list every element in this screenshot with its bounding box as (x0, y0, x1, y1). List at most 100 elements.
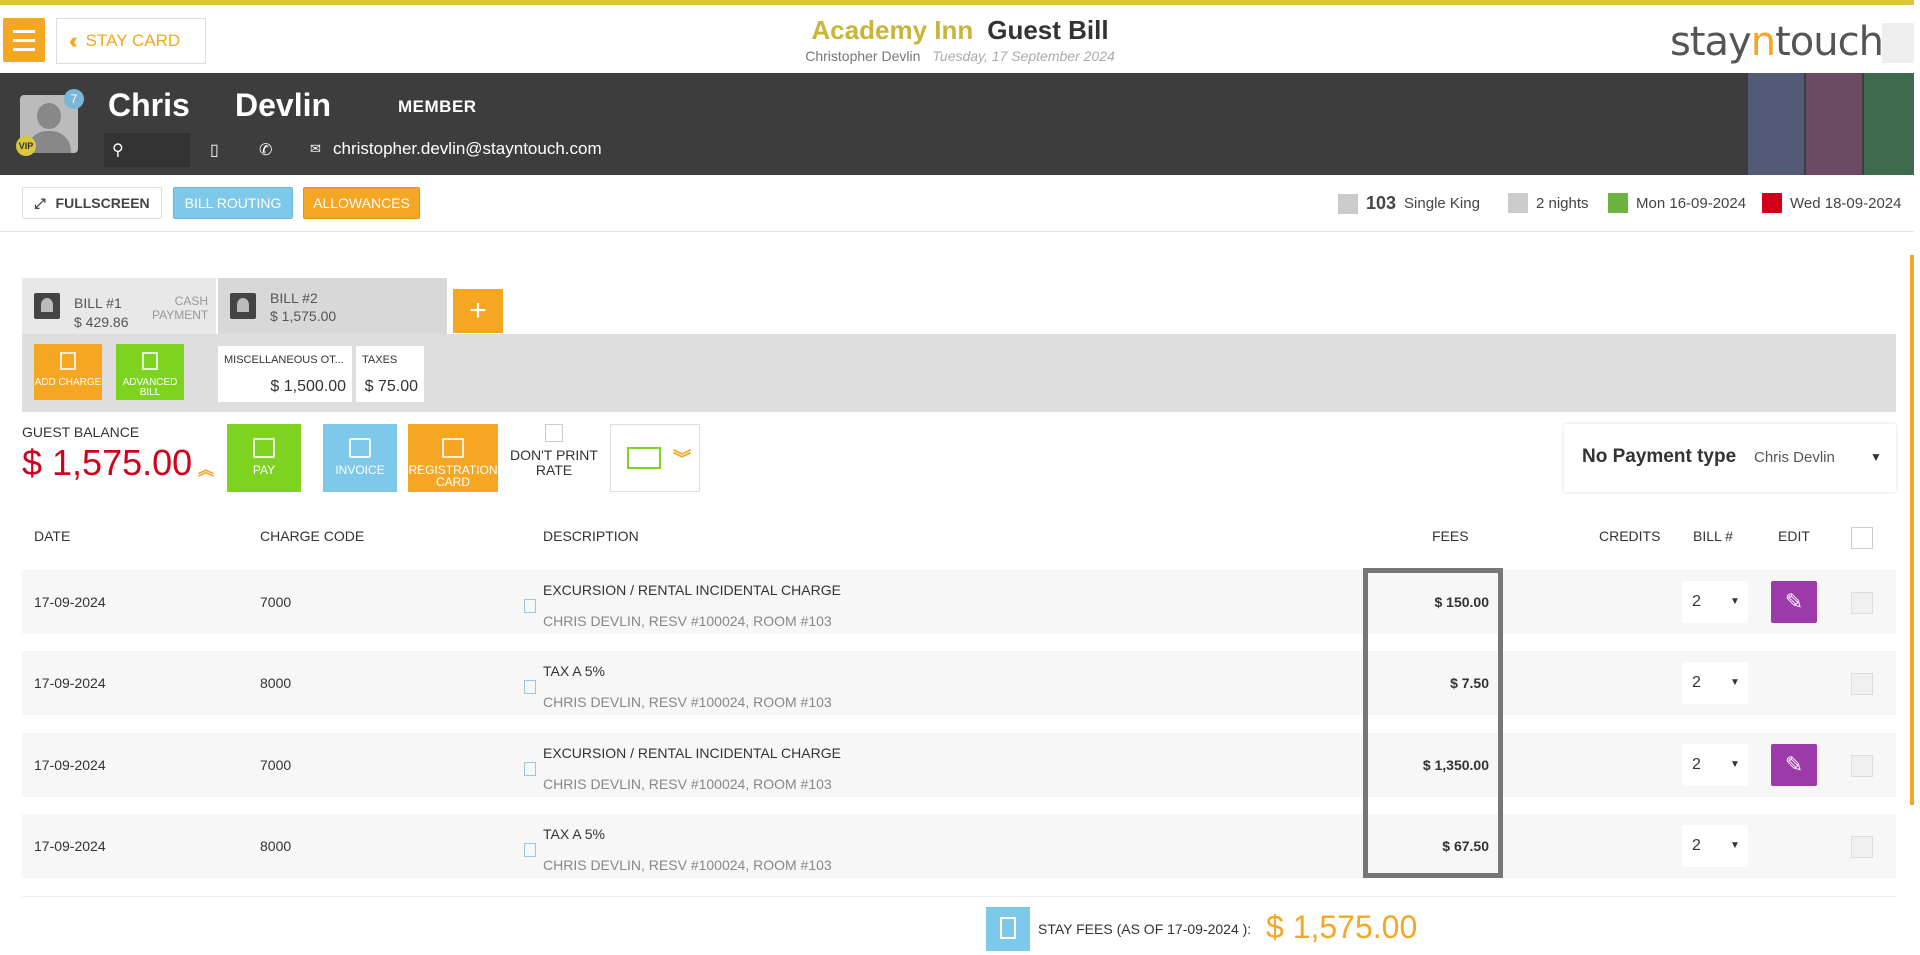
document-icon[interactable] (524, 843, 536, 857)
summary-misc: MISCELLANEOUS OT... $ 1,500.00 (218, 346, 352, 402)
allowances-button[interactable]: ALLOWANCES (303, 187, 420, 219)
tab-bill-1-amount: $ 429.86 (74, 314, 129, 330)
fullscreen-button[interactable]: ⤢ FULLSCREEN (22, 187, 162, 219)
document-icon[interactable] (524, 762, 536, 776)
hotel-name: Academy Inn (811, 15, 974, 45)
row-subtext: CHRIS DEVLIN, RESV #100024, ROOM #103 (543, 857, 832, 873)
edit-button[interactable]: ✎ (1771, 581, 1817, 623)
expand-icon: ⤢ (34, 194, 46, 211)
col-date: DATE (34, 528, 71, 544)
registration-card-button[interactable]: REGISTRATION CARD (408, 424, 498, 492)
guest-first-name[interactable]: Chris (108, 87, 190, 124)
guest-balance-amount: $ 1,575.00 (22, 442, 193, 483)
row-code: 8000 (260, 675, 292, 691)
member-label: MEMBER (398, 97, 477, 116)
check-options-button[interactable]: ︾ (610, 424, 700, 492)
add-charge-button[interactable]: ADD CHARGE (34, 344, 102, 400)
chevron-down-icon: ︾ (673, 449, 691, 469)
arrival-date: Mon 16-09-2024 (1608, 193, 1746, 213)
bill-select[interactable]: 2 ▼ (1682, 744, 1748, 786)
moon-icon (1508, 193, 1528, 213)
col-bill-no: BILL # (1693, 528, 1733, 544)
row-description: EXCURSION / RENTAL INCIDENTAL CHARGE (543, 745, 841, 761)
document-icon[interactable] (524, 680, 536, 694)
col-description: DESCRIPTION (543, 528, 639, 544)
payment-type-select[interactable]: No Payment type Chris Devlin ▼ (1564, 424, 1896, 492)
row-checkbox[interactable] (1851, 673, 1873, 695)
rings-icon[interactable] (1864, 73, 1920, 175)
add-bill-button[interactable]: + (453, 289, 503, 333)
location-pin-icon: ⚲ (112, 142, 124, 159)
guest-last-name[interactable]: Devlin (235, 87, 331, 124)
tab-bill-2[interactable]: BILL #2 $ 1,575.00 (218, 278, 447, 334)
row-subtext: CHRIS DEVLIN, RESV #100024, ROOM #103 (543, 694, 832, 710)
row-date: 17-09-2024 (34, 757, 106, 773)
receipt-icon[interactable] (986, 907, 1030, 951)
avatar-count-badge: 7 (64, 89, 84, 109)
document-icon (349, 438, 371, 458)
tab-bill-2-amount: $ 1,575.00 (270, 308, 337, 324)
col-charge-code: CHARGE CODE (260, 528, 365, 544)
vip-badge: VIP (16, 136, 36, 156)
col-edit: EDIT (1778, 528, 1810, 544)
row-checkbox[interactable] (1851, 592, 1873, 614)
caret-down-icon: ▼ (1870, 450, 1882, 464)
dont-print-rate-toggle[interactable]: DON'T PRINT RATE (508, 424, 600, 478)
stay-fees-footer: STAY FEES (AS OF 17-09-2024 ): $ 1,575.0… (22, 896, 1896, 955)
fees-highlight-box (1363, 568, 1503, 878)
tab-bill-1[interactable]: BILL #1 $ 429.86 CASH PAYMENT (22, 278, 216, 334)
tab-bill-2-label: BILL #2 (270, 290, 318, 306)
room-icon (1338, 193, 1358, 214)
scroll-track (1914, 0, 1920, 954)
row-code: 7000 (260, 757, 292, 773)
mobile-icon[interactable]: ▯ (210, 140, 219, 160)
stayntouch-logo: stayntouch (1670, 19, 1884, 65)
row-checkbox[interactable] (1851, 755, 1873, 777)
document-icon[interactable] (524, 599, 536, 613)
bill-select[interactable]: 2 ▼ (1682, 825, 1748, 867)
departure-arrow-icon (1762, 193, 1782, 213)
cheque-icon (627, 447, 661, 469)
row-subtext: CHRIS DEVLIN, RESV #100024, ROOM #103 (543, 613, 832, 629)
caret-down-icon: ▼ (1730, 759, 1740, 770)
row-subtext: CHRIS DEVLIN, RESV #100024, ROOM #103 (543, 776, 832, 792)
stay-fees-label: STAY FEES (AS OF 17-09-2024 ): (1038, 921, 1252, 937)
row-code: 8000 (260, 838, 292, 854)
arrival-arrow-icon (1608, 193, 1628, 213)
edit-button[interactable]: ✎ (1771, 744, 1817, 786)
col-credits: CREDITS (1599, 528, 1661, 544)
stay-fees-amount: $ 1,575.00 (1266, 909, 1418, 945)
bill-routing-button[interactable]: BILL ROUTING (173, 187, 293, 219)
row-date: 17-09-2024 (34, 675, 106, 691)
room-info: 103 Single King (1338, 193, 1480, 214)
guest-full-name: Christopher Devlin (805, 48, 921, 64)
calculator-icon (60, 352, 76, 370)
table-row: 17-09-2024 8000 TAX A 5% CHRIS DEVLIN, R… (22, 814, 1896, 878)
wallet-icon (253, 438, 275, 458)
globe-icon[interactable] (1806, 73, 1862, 175)
scrollbar[interactable] (1910, 255, 1914, 805)
row-code: 7000 (260, 594, 292, 610)
caret-down-icon: ▼ (1730, 596, 1740, 607)
phone-icon[interactable]: ✆ (259, 140, 272, 160)
bill-summary-bar: ADD CHARGE ADVANCED BILL MISCELLANEOUS O… (22, 334, 1896, 412)
double-chevron-up-icon[interactable]: ︽ (198, 456, 214, 480)
tab-bill-1-label: BILL #1 (74, 295, 122, 311)
table-row: 17-09-2024 7000 EXCURSION / RENTAL INCID… (22, 733, 1896, 797)
building-icon[interactable] (1748, 73, 1804, 175)
nights-info: 2 nights (1508, 193, 1589, 213)
bill-select[interactable]: 2 ▼ (1682, 581, 1748, 623)
advanced-bill-button[interactable]: ADVANCED BILL (116, 344, 184, 400)
guest-balance-label: GUEST BALANCE (22, 424, 140, 440)
email-icon: ✉ (310, 141, 321, 156)
summary-taxes: TAXES $ 75.00 (356, 346, 424, 402)
guest-header: 7 Chris Devlin MEMBER ⚲ ▯ ✆ ✉ christophe… (0, 73, 1920, 175)
guest-email[interactable]: christopher.devlin@stayntouch.com (333, 139, 602, 159)
invoice-button[interactable]: INVOICE (323, 424, 397, 492)
row-description: EXCURSION / RENTAL INCIDENTAL CHARGE (543, 582, 841, 598)
pay-button[interactable]: PAY (227, 424, 301, 492)
select-all-checkbox[interactable] (1851, 527, 1873, 549)
row-checkbox[interactable] (1851, 836, 1873, 858)
activity-icon[interactable] (1882, 23, 1918, 63)
bill-select[interactable]: 2 ▼ (1682, 662, 1748, 704)
